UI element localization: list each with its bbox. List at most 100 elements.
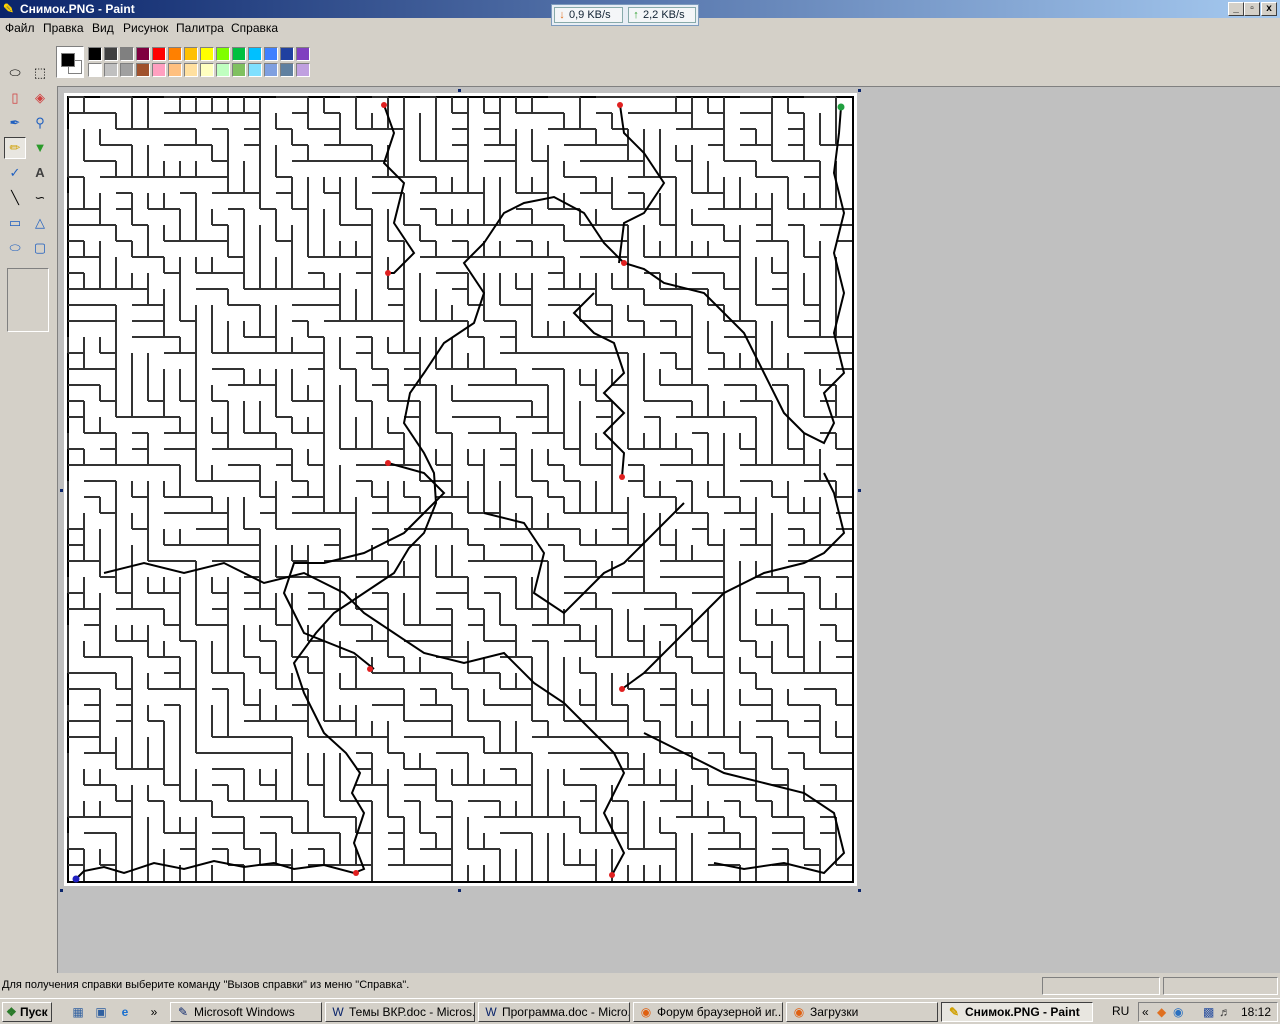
task-word-doc-1[interactable]: W Темы ВКР.doc - Micros... (325, 1002, 475, 1022)
magnifier-icon[interactable]: ⚲ (29, 112, 51, 134)
resize-handle-left[interactable] (60, 489, 63, 492)
start-button[interactable]: ❖ Пуск (2, 1002, 52, 1022)
palette-swatch[interactable] (184, 63, 198, 77)
resize-handle-corner-left[interactable] (60, 889, 63, 892)
task-word-doc-2[interactable]: W Программа.doc - Micro... (478, 1002, 630, 1022)
minimize-button[interactable]: _ (1228, 2, 1244, 16)
task-firefox-forum[interactable]: ◉ Форум браузерной иг... (633, 1002, 783, 1022)
palette-swatch[interactable] (232, 63, 246, 77)
show-desktop-icon[interactable]: ▦ (70, 1004, 86, 1020)
menu-image[interactable]: Рисунок (123, 21, 168, 35)
computer-icon[interactable]: ▣ (93, 1004, 109, 1020)
palette-swatch[interactable] (280, 63, 294, 77)
palette-swatch[interactable] (104, 47, 118, 61)
status-bar: Для получения справки выберите команду "… (0, 975, 1280, 997)
tray-app-icon[interactable]: ◆ (1157, 1004, 1166, 1020)
maze-image (67, 96, 854, 883)
palette-swatch[interactable] (216, 47, 230, 61)
palette-swatch[interactable] (168, 47, 182, 61)
palette-swatch[interactable] (200, 63, 214, 77)
rounded-rectangle-icon[interactable]: ▢ (29, 237, 51, 259)
canvas-workspace[interactable] (57, 86, 1280, 973)
rect-select-icon[interactable]: ⬚ (29, 62, 51, 84)
toolbox: ⬭ ⬚ ▯ ◈ ✒ ⚲ ✏ ▼ ✓ A ╲ ∽ ▭ △ ⬭ ▢ (2, 62, 54, 337)
rectangle-icon[interactable]: ▭ (4, 212, 26, 234)
maze-end-marker (837, 103, 845, 111)
menu-view[interactable]: Вид (92, 21, 114, 35)
quicklaunch-chevron[interactable]: » (146, 1004, 162, 1020)
resize-handle-corner-top[interactable] (858, 89, 861, 92)
status-pane-size (1163, 977, 1278, 995)
palette-swatch[interactable] (152, 63, 166, 77)
window-title: Снимок.PNG - Paint (20, 2, 135, 16)
menu-edit[interactable]: Правка (43, 21, 84, 35)
ellipse-icon[interactable]: ⬭ (4, 237, 26, 259)
curve-icon[interactable]: ∽ (29, 187, 51, 209)
network-icon[interactable]: ▩ (1203, 1004, 1214, 1020)
text-icon[interactable]: A (29, 162, 51, 184)
brush-icon[interactable]: ▼ (29, 137, 51, 159)
maze-marker (617, 102, 623, 108)
maze-marker (385, 460, 391, 466)
tray-expand-button[interactable]: « (1142, 1004, 1149, 1020)
palette-swatch[interactable] (136, 47, 150, 61)
task-label: Программа.doc - Micro... (502, 1005, 630, 1019)
tray-browser-icon[interactable]: ◉ (1173, 1004, 1183, 1020)
volume-icon[interactable]: ♬ (1219, 1004, 1231, 1020)
palette-swatch[interactable] (120, 47, 134, 61)
free-select-icon[interactable]: ⬭ (4, 62, 26, 84)
palette-swatch[interactable] (296, 63, 310, 77)
language-indicator[interactable]: RU (1112, 1003, 1129, 1019)
palette-swatch[interactable] (216, 63, 230, 77)
task-microsoft-windows[interactable]: ✎ Microsoft Windows (170, 1002, 322, 1022)
tool-options-panel[interactable] (7, 268, 49, 332)
palette-swatch[interactable] (200, 47, 214, 61)
resize-handle-corner[interactable] (858, 889, 861, 892)
palette-swatch[interactable] (136, 63, 150, 77)
palette-swatch[interactable] (88, 47, 102, 61)
palette-swatch[interactable] (296, 47, 310, 61)
maze-marker (367, 666, 373, 672)
internet-explorer-icon[interactable]: e (117, 1004, 133, 1020)
maze-marker (609, 872, 615, 878)
palette-swatch[interactable] (168, 63, 182, 77)
palette-swatch[interactable] (184, 47, 198, 61)
airbrush-icon[interactable]: ✓ (4, 162, 26, 184)
palette-swatch[interactable] (88, 63, 102, 77)
resize-handle-top[interactable] (458, 89, 461, 92)
start-label: Пуск (20, 1005, 48, 1019)
task-paint[interactable]: ✎ Снимок.PNG - Paint (941, 1002, 1093, 1022)
palette-swatch[interactable] (248, 63, 262, 77)
palette-swatch[interactable] (248, 47, 262, 61)
current-colors[interactable] (56, 46, 84, 78)
resize-handle-right[interactable] (858, 489, 861, 492)
palette-swatch[interactable] (232, 47, 246, 61)
eraser-icon[interactable]: ▯ (4, 87, 26, 109)
close-button[interactable]: x (1261, 2, 1277, 16)
resize-handle-bottom[interactable] (458, 889, 461, 892)
palette-swatch[interactable] (120, 63, 134, 77)
polygon-icon[interactable]: △ (29, 212, 51, 234)
task-label: Темы ВКР.doc - Micros... (349, 1005, 475, 1019)
paint-app-icon[interactable]: ✎ (3, 1, 19, 17)
line-icon[interactable]: ╲ (4, 187, 26, 209)
fill-bucket-icon[interactable]: ◈ (29, 87, 51, 109)
word-icon: W (332, 1005, 344, 1019)
menu-file[interactable]: Файл (5, 21, 35, 35)
drawing-canvas[interactable] (64, 93, 857, 886)
menu-palette[interactable]: Палитра (176, 21, 224, 35)
menu-help[interactable]: Справка (231, 21, 278, 35)
pencil-icon[interactable]: ✏ (4, 137, 26, 159)
palette-swatch[interactable] (264, 63, 278, 77)
maximize-button[interactable]: ▫ (1244, 2, 1260, 16)
color-picker-icon[interactable]: ✒ (4, 112, 26, 134)
taskbar: ❖ Пуск ▦ ▣ e » ✎ Microsoft Windows W Темы В… (0, 998, 1280, 1024)
firefox-icon: ◉ (793, 1005, 805, 1019)
clock[interactable]: 18:12 (1241, 1004, 1271, 1020)
palette-swatch[interactable] (280, 47, 294, 61)
task-downloads[interactable]: ◉ Загрузки (786, 1002, 938, 1022)
palette-swatch[interactable] (264, 47, 278, 61)
palette-swatch[interactable] (104, 63, 118, 77)
firefox-icon: ◉ (640, 1005, 652, 1019)
palette-swatch[interactable] (152, 47, 166, 61)
